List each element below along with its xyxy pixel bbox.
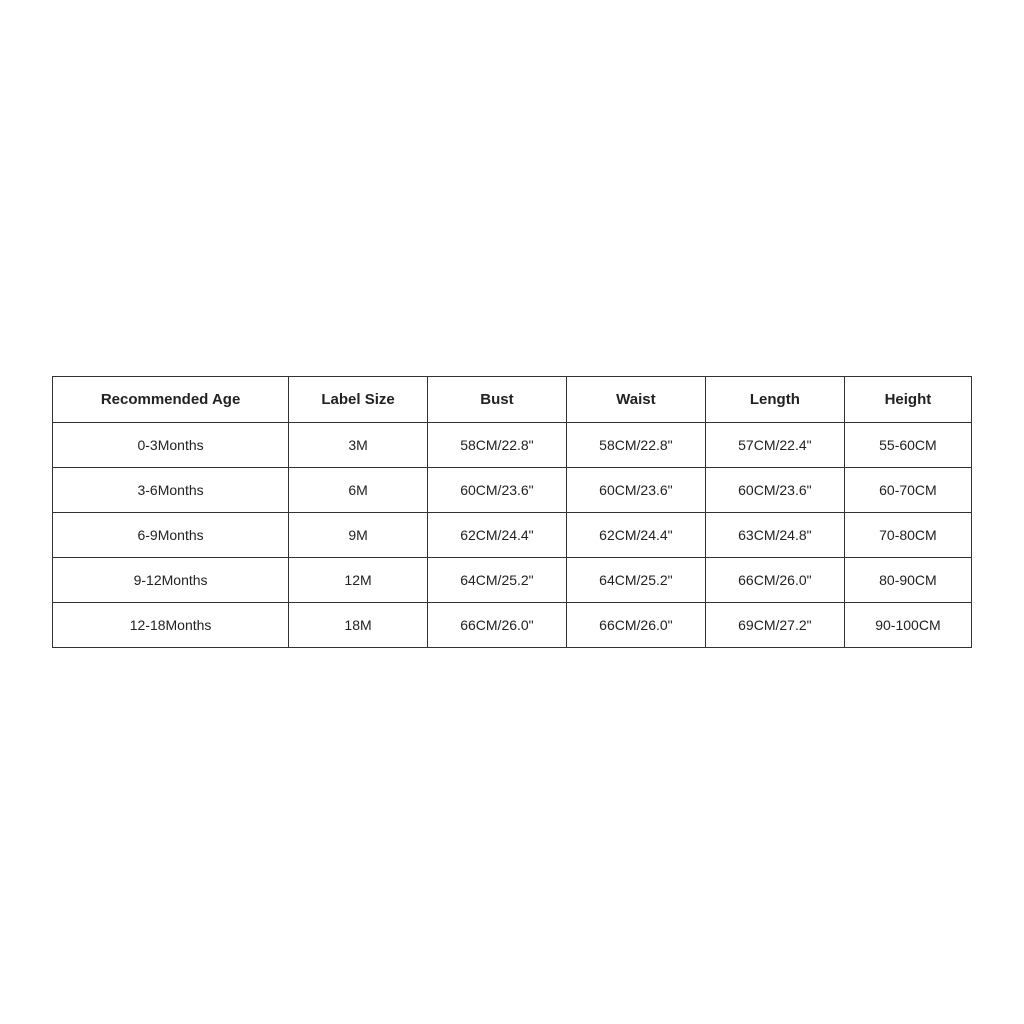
cell-bust: 58CM/22.8": [427, 423, 566, 468]
cell-age: 0-3Months: [53, 423, 289, 468]
cell-bust: 64CM/25.2": [427, 558, 566, 603]
table-row: 9-12Months12M64CM/25.2"64CM/25.2"66CM/26…: [53, 558, 972, 603]
table-row: 3-6Months6M60CM/23.6"60CM/23.6"60CM/23.6…: [53, 468, 972, 513]
table-row: 6-9Months9M62CM/24.4"62CM/24.4"63CM/24.8…: [53, 513, 972, 558]
cell-label_size: 3M: [289, 423, 428, 468]
cell-length: 60CM/23.6": [705, 468, 844, 513]
header-height: Height: [844, 377, 971, 423]
cell-waist: 64CM/25.2": [566, 558, 705, 603]
cell-length: 66CM/26.0": [705, 558, 844, 603]
size-chart-table: Recommended Age Label Size Bust Waist Le…: [52, 376, 972, 648]
cell-label_size: 9M: [289, 513, 428, 558]
cell-waist: 66CM/26.0": [566, 603, 705, 648]
table-header-row: Recommended Age Label Size Bust Waist Le…: [53, 377, 972, 423]
cell-label_size: 6M: [289, 468, 428, 513]
cell-height: 60-70CM: [844, 468, 971, 513]
cell-length: 69CM/27.2": [705, 603, 844, 648]
cell-height: 70-80CM: [844, 513, 971, 558]
cell-age: 9-12Months: [53, 558, 289, 603]
cell-height: 80-90CM: [844, 558, 971, 603]
cell-bust: 60CM/23.6": [427, 468, 566, 513]
cell-age: 6-9Months: [53, 513, 289, 558]
cell-height: 90-100CM: [844, 603, 971, 648]
cell-length: 57CM/22.4": [705, 423, 844, 468]
header-label-size: Label Size: [289, 377, 428, 423]
cell-age: 12-18Months: [53, 603, 289, 648]
cell-height: 55-60CM: [844, 423, 971, 468]
header-waist: Waist: [566, 377, 705, 423]
header-recommended-age: Recommended Age: [53, 377, 289, 423]
cell-bust: 62CM/24.4": [427, 513, 566, 558]
cell-waist: 60CM/23.6": [566, 468, 705, 513]
table-row: 12-18Months18M66CM/26.0"66CM/26.0"69CM/2…: [53, 603, 972, 648]
cell-waist: 62CM/24.4": [566, 513, 705, 558]
cell-waist: 58CM/22.8": [566, 423, 705, 468]
cell-length: 63CM/24.8": [705, 513, 844, 558]
size-chart-container: Recommended Age Label Size Bust Waist Le…: [52, 376, 972, 648]
cell-label_size: 18M: [289, 603, 428, 648]
header-length: Length: [705, 377, 844, 423]
cell-bust: 66CM/26.0": [427, 603, 566, 648]
table-row: 0-3Months3M58CM/22.8"58CM/22.8"57CM/22.4…: [53, 423, 972, 468]
cell-age: 3-6Months: [53, 468, 289, 513]
header-bust: Bust: [427, 377, 566, 423]
cell-label_size: 12M: [289, 558, 428, 603]
